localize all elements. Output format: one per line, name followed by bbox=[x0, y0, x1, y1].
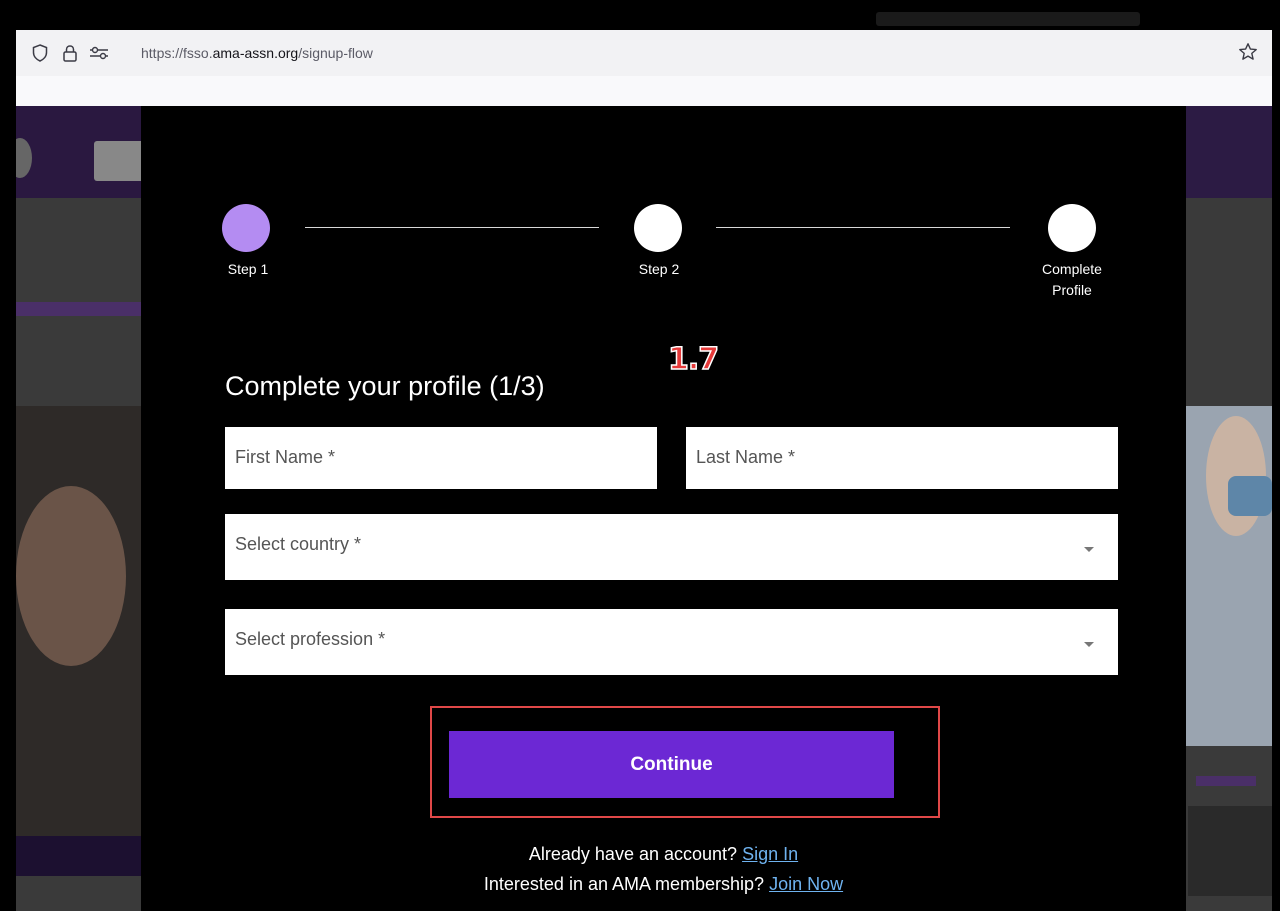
step-annotation: 1.7 bbox=[667, 341, 720, 378]
permissions-icon[interactable] bbox=[89, 43, 109, 63]
toolbar-spacer bbox=[16, 76, 1272, 106]
profession-select[interactable]: Select profession * bbox=[225, 609, 1118, 675]
browser-tab[interactable] bbox=[876, 12, 1140, 26]
form-title: Complete your profile (1/3) bbox=[225, 371, 545, 401]
browser-tabstrip bbox=[8, 8, 1272, 30]
screenshot-frame: https://fsso.ama-assn.org/signup-flow St… bbox=[8, 8, 1272, 911]
background-text bbox=[16, 302, 141, 316]
join-now-link[interactable]: Join Now bbox=[769, 874, 843, 894]
country-select[interactable]: Select country * bbox=[225, 514, 1118, 580]
signin-link[interactable]: Sign In bbox=[742, 844, 798, 864]
background-header-right bbox=[1186, 106, 1272, 198]
lock-icon[interactable] bbox=[60, 43, 80, 63]
step-3-label: Complete Profile bbox=[1042, 261, 1102, 298]
first-name-field[interactable]: First Name * bbox=[225, 427, 657, 489]
step-2-indicator bbox=[634, 204, 682, 252]
signup-modal: Step 1 Step 2 Complete Profile 1.7 Compl… bbox=[141, 106, 1186, 911]
background-text-right bbox=[1196, 776, 1256, 786]
membership-prompt-line: Interested in an AMA membership? Join No… bbox=[141, 874, 1186, 895]
continue-button[interactable]: Continue bbox=[449, 731, 894, 798]
chevron-down-icon bbox=[1084, 547, 1094, 552]
signin-prompt: Already have an account? bbox=[528, 844, 738, 864]
step-1-label: Step 1 bbox=[227, 261, 269, 277]
last-name-placeholder: Last Name * bbox=[696, 447, 796, 467]
step-connector bbox=[716, 227, 1010, 228]
address-bar[interactable]: https://fsso.ama-assn.org/signup-flow bbox=[16, 30, 1272, 76]
step-connector bbox=[305, 227, 599, 228]
background-card-right bbox=[1188, 806, 1272, 896]
background-button bbox=[94, 141, 144, 181]
first-name-placeholder: First Name * bbox=[235, 447, 336, 467]
step-2-label: Step 2 bbox=[638, 261, 680, 277]
signin-prompt-line: Already have an account? Sign In bbox=[141, 844, 1186, 865]
background-photo-right bbox=[1186, 406, 1272, 746]
background-band bbox=[16, 836, 141, 876]
step-3-indicator bbox=[1048, 204, 1096, 252]
step-1-indicator bbox=[222, 204, 270, 252]
last-name-field[interactable]: Last Name * bbox=[686, 427, 1118, 489]
country-placeholder: Select country * bbox=[235, 534, 362, 554]
membership-prompt: Interested in an AMA membership? bbox=[483, 874, 765, 894]
bookmark-star-icon[interactable] bbox=[1238, 42, 1258, 67]
url-text[interactable]: https://fsso.ama-assn.org/signup-flow bbox=[141, 45, 373, 61]
shield-icon[interactable] bbox=[30, 43, 50, 63]
profession-placeholder: Select profession * bbox=[235, 629, 386, 649]
chevron-down-icon bbox=[1084, 642, 1094, 647]
background-photo-left bbox=[16, 406, 141, 836]
